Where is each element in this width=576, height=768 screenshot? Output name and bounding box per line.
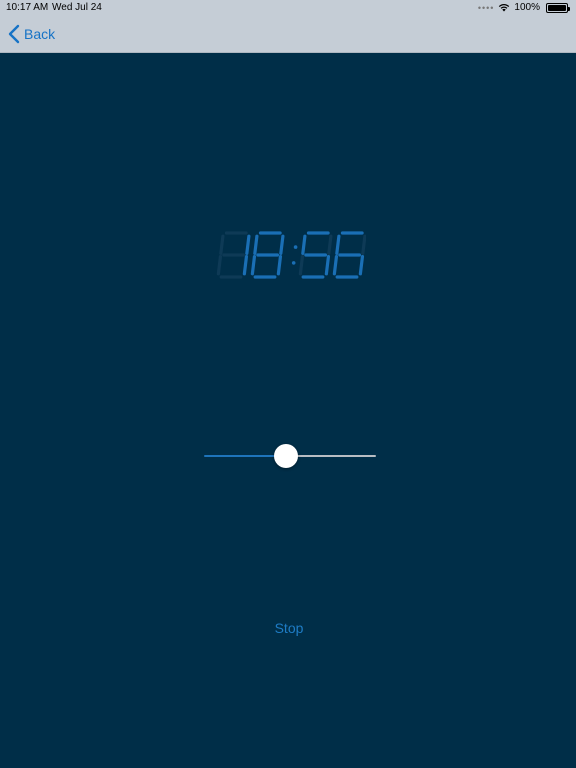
clock-digit-segment xyxy=(332,255,339,276)
clock-digit-segment xyxy=(245,234,251,255)
clock-digit-segment xyxy=(335,234,341,255)
status-bar: 10:17 AM Wed Jul 24 •••• 100% xyxy=(0,0,576,16)
clock-digit-segment xyxy=(242,255,249,276)
slider-max-track xyxy=(286,455,376,457)
status-time: 10:17 AM xyxy=(6,2,49,13)
digital-clock-display xyxy=(216,231,366,279)
clock-digit-segment xyxy=(324,255,331,276)
battery-icon xyxy=(546,2,570,13)
slider-thumb[interactable] xyxy=(274,444,298,468)
clock-digit-segment xyxy=(276,255,283,276)
clock-digit-segment xyxy=(216,255,223,276)
clock-digit-segment xyxy=(301,234,307,255)
clock-digit-segment xyxy=(327,234,333,255)
cellular-dots-icon: •••• xyxy=(477,2,495,13)
back-label: Back xyxy=(24,26,56,42)
clock-digit-segment xyxy=(358,255,365,276)
clock-colon-dot xyxy=(293,245,298,249)
status-date: Wed Jul 24 xyxy=(52,2,102,13)
clock-digit-segment xyxy=(361,234,366,255)
clock-digit-segment xyxy=(298,255,305,276)
battery-percentage: 100% xyxy=(514,2,540,13)
chevron-left-icon xyxy=(8,24,20,44)
stop-button[interactable]: Stop xyxy=(260,620,318,642)
clock-digit-segment xyxy=(250,255,257,276)
wifi-icon xyxy=(499,3,510,12)
back-button[interactable]: Back xyxy=(8,24,55,44)
navigation-bar: Back xyxy=(0,16,576,53)
clock-digit-segment xyxy=(279,234,285,255)
clock-digit-segment xyxy=(219,234,225,255)
clock-digit-segment xyxy=(253,234,259,255)
clock-colon-dot xyxy=(291,261,296,265)
status-indicators: •••• 100% xyxy=(477,2,570,13)
volume-slider[interactable] xyxy=(204,444,376,468)
